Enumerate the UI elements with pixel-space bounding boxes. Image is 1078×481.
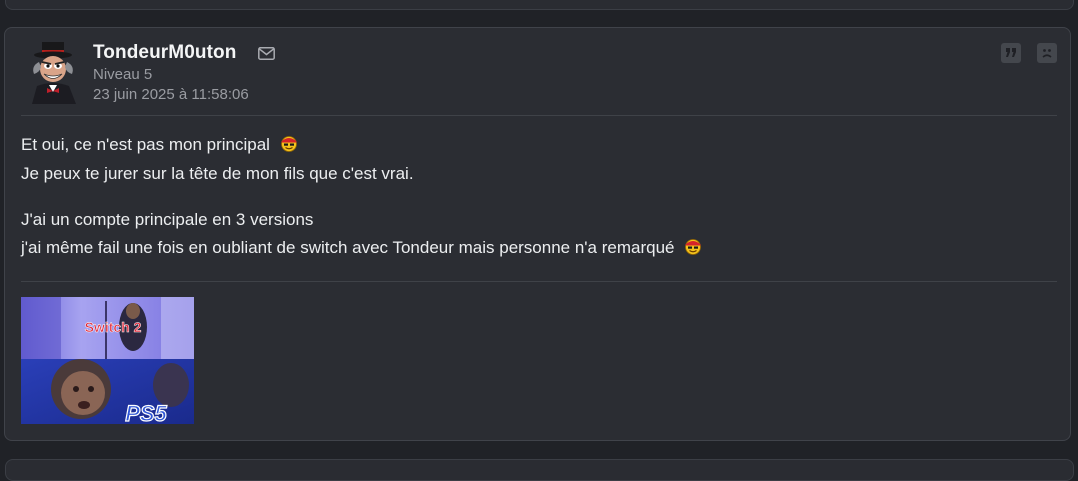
- pirate-smiley-icon: [685, 239, 702, 255]
- quote-button[interactable]: [1001, 43, 1021, 63]
- quote-icon: [1006, 48, 1016, 57]
- post-line-3: J'ai un compte principale en 3 versions: [21, 210, 313, 230]
- forum-post: TondeurM0uton Niveau 5 23 juin 2025 à 11…: [4, 27, 1071, 441]
- post-line-1: Et oui, ce n'est pas mon principal: [21, 134, 298, 155]
- post-date[interactable]: 23 juin 2025 à 11:58:06: [93, 86, 249, 103]
- post-line-4: j'ai même fail une fois en oubliant de s…: [21, 237, 702, 258]
- author-level: Niveau 5: [93, 66, 153, 83]
- sad-face-icon: [1042, 49, 1052, 58]
- meme-image[interactable]: Switch 2 PS5: [21, 297, 194, 424]
- post-text: J'ai un compte principale en 3 versions: [21, 210, 314, 229]
- post-text: Et oui, ce n'est pas mon principal: [21, 135, 270, 154]
- envelope-icon[interactable]: [258, 47, 275, 60]
- content-divider: [21, 281, 1057, 282]
- image-label-bottom: PS5: [125, 401, 167, 424]
- image-label-top: Switch 2: [85, 319, 142, 335]
- pirate-smiley-icon: [280, 136, 297, 152]
- post-text: j'ai même fail une fois en oubliant de s…: [21, 238, 675, 257]
- post-line-2: Je peux te jurer sur la tête de mon fils…: [21, 164, 414, 184]
- next-post-card: [5, 459, 1074, 481]
- author-name[interactable]: TondeurM0uton: [93, 42, 236, 64]
- post-text: Je peux te jurer sur la tête de mon fils…: [21, 164, 414, 183]
- header-divider: [21, 115, 1057, 116]
- previous-post-card: [5, 0, 1074, 10]
- report-button[interactable]: [1037, 43, 1057, 63]
- avatar[interactable]: [27, 42, 81, 104]
